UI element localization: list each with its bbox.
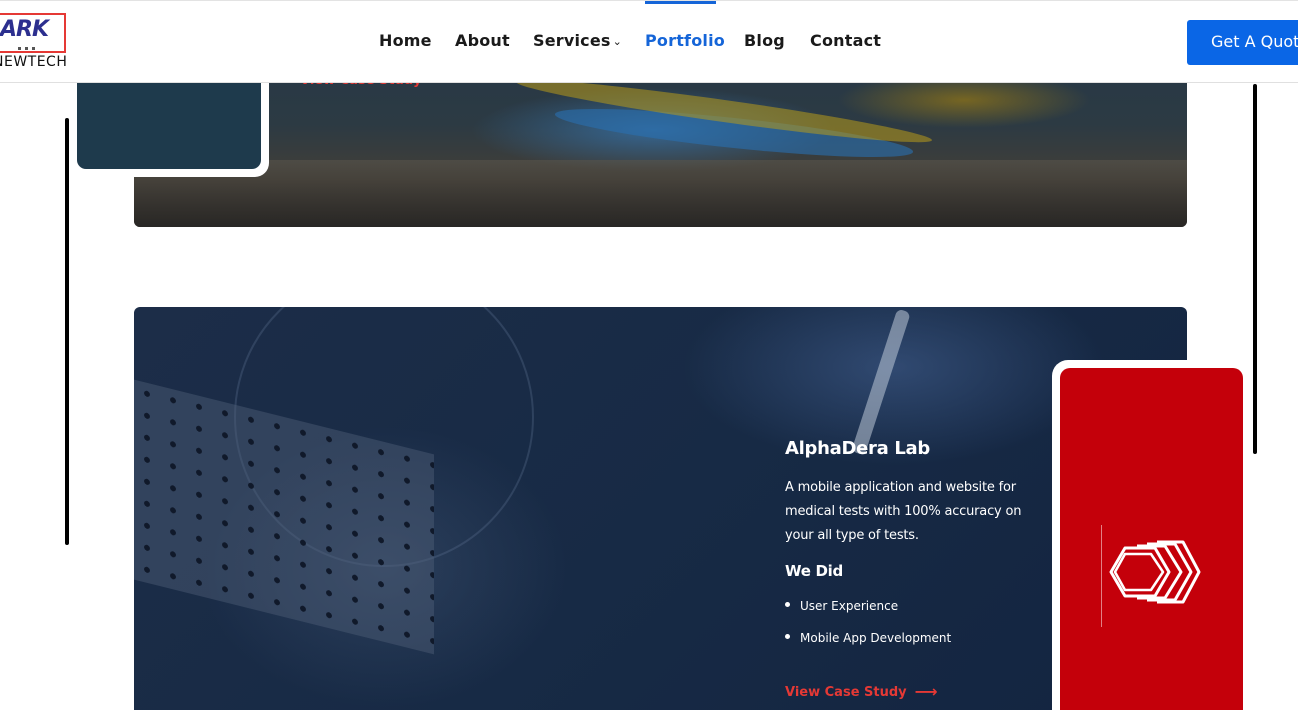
right-timeline-line — [1253, 84, 1257, 454]
nav-active-indicator — [645, 1, 716, 4]
logo-wordmark: NEWTECH — [0, 54, 68, 70]
phone-divider — [1101, 525, 1102, 627]
nav-home[interactable]: Home — [379, 31, 432, 50]
nav-about[interactable]: About — [455, 31, 510, 50]
site-header: ARK NEWTECH Home About Services ⌄ Portfol… — [0, 0, 1298, 83]
get-a-quote-button[interactable]: Get A Quote — [1187, 20, 1298, 65]
case-description: A mobile application and website for med… — [785, 480, 1022, 543]
case-phone-mockup — [1052, 360, 1251, 710]
card-background-shape — [851, 308, 911, 456]
nav-contact[interactable]: Contact — [810, 31, 881, 50]
main-nav: Home About Services ⌄ Portfolio Blog Cont… — [0, 1, 1298, 55]
nav-blog[interactable]: Blog — [744, 31, 785, 50]
phone-screen — [1060, 368, 1243, 710]
services-list: User Experience Mobile App Development — [785, 597, 951, 661]
nav-portfolio[interactable]: Portfolio — [645, 31, 725, 50]
service-label: User Experience — [800, 599, 899, 613]
nav-services-label: Services — [533, 31, 611, 50]
chevron-down-icon: ⌄ — [612, 35, 623, 48]
arrow-right-icon: ⟶ — [914, 682, 938, 701]
bullet-icon — [785, 602, 790, 607]
view-case-study-label: View Case Study — [785, 685, 907, 700]
service-item: Mobile App Development — [785, 629, 951, 661]
left-timeline-line — [65, 118, 69, 545]
service-item: User Experience — [785, 597, 951, 629]
nav-services[interactable]: Services ⌄ — [533, 31, 622, 50]
bullet-icon — [785, 634, 790, 639]
service-label: Mobile App Development — [800, 631, 952, 645]
card-background-shape — [134, 160, 1187, 227]
case-title: AlphaDera Lab — [785, 438, 930, 459]
hexagon-logo-icon — [1109, 540, 1201, 604]
view-case-study-link[interactable]: View Case Study ⟶ — [785, 681, 938, 701]
we-did-heading: We Did — [785, 562, 843, 580]
